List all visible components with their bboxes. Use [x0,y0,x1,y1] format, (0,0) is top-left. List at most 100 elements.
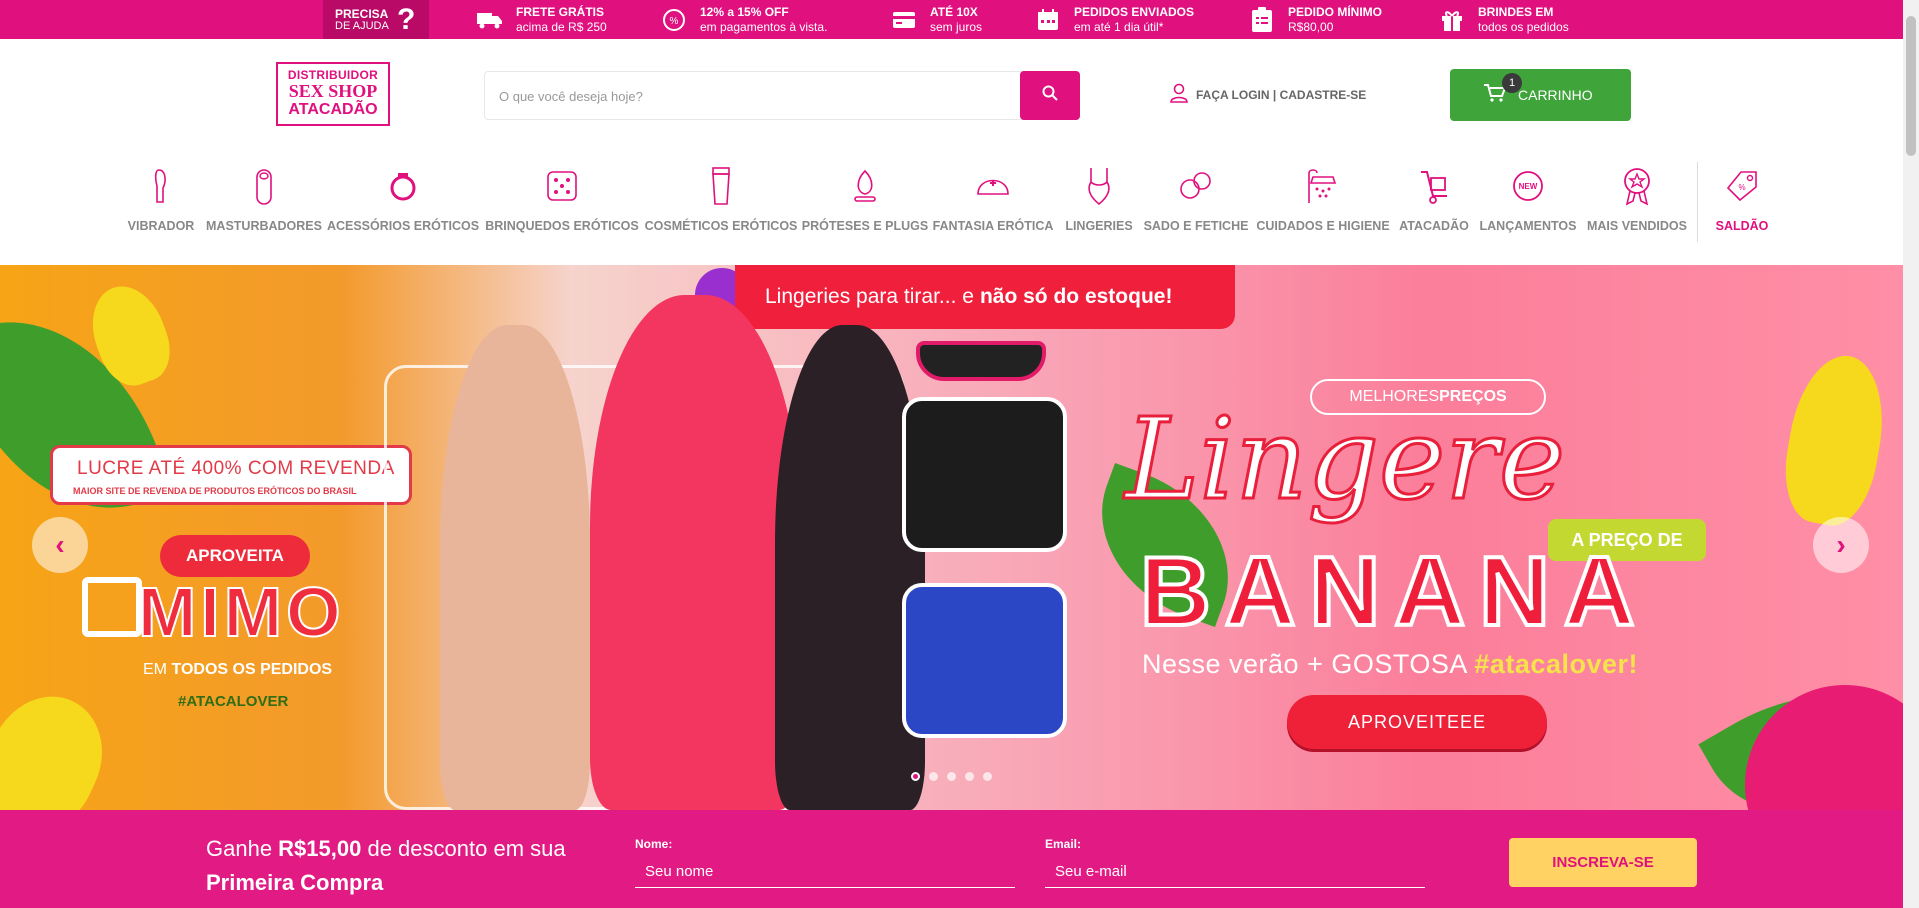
banner-tagline-b: #atacalover! [1474,649,1638,679]
medal-icon [1617,165,1657,207]
banner-top-text-b: não só do estoque! [979,285,1173,308]
email-field-label: Email: [1045,837,1082,851]
logo-line-3: ATACADÃO [288,101,378,118]
logo-line-2: SEX SHOP [288,81,378,101]
nurse-cap-icon [973,165,1013,207]
model-image [440,325,590,810]
vibrator-icon [141,165,181,207]
svg-text:%: % [670,16,679,27]
category-mais-vendidos[interactable]: MAIS VENDIDOS [1583,165,1691,240]
category-vibrador[interactable]: VIBRADOR [124,165,198,240]
newsletter-title-c: de desconto em sua [361,836,566,861]
help-line-2: DE AJUDA [335,19,389,32]
perk-gifts: BRINDES EM todos os pedidos [1438,4,1569,35]
aproveita-badge: APROVEITA [160,535,310,577]
category-lingeries[interactable]: LINGERIES [1063,165,1135,240]
banner-top-text-a: Lingeries para tirar... e [765,285,974,308]
carousel-prev-button[interactable]: ‹ [32,517,88,573]
search-icon [1042,85,1058,106]
gift-icon [1438,7,1466,33]
help-label: PRECISA DE AJUDA [335,8,397,32]
category-label: SADO E FETICHE [1143,219,1249,233]
search-box [484,71,1080,120]
mimo-title: MIMO [137,573,345,651]
site-logo[interactable]: DISTRIBUIDOR SEX SHOP ATACADÃO [276,62,390,126]
calendar-icon [1034,7,1062,33]
category-cosmeticos[interactable]: COSMÉTICOS ERÓTICOS [645,165,797,240]
name-field-label: Nome: [635,837,673,851]
carousel-dot[interactable] [911,772,920,781]
carousel-next-button[interactable]: › [1813,517,1869,573]
category-label: CUIDADOS E HIGIENE [1256,219,1390,233]
carousel-dot[interactable] [983,772,992,781]
category-label: ACESSÓRIOS ERÓTICOS [326,219,480,233]
svg-text:%: % [1738,183,1745,192]
category-label: PRÓTESES E PLUGS [801,219,929,233]
banner-tagline: Nesse verão + GOSTOSA #atacalover! [1142,649,1638,680]
banana-decoration [1775,348,1895,532]
perk-minimum-order: PEDIDO MÍNIMO R$80,00 [1248,4,1382,35]
category-acessorios[interactable]: ACESSÓRIOS ERÓTICOS [326,165,480,240]
perk-subtitle: todos os pedidos [1478,19,1569,34]
page-scrollbar[interactable] [1903,0,1919,908]
perk-subtitle: em pagamentos à vista. [700,19,828,34]
perk-subtitle: em até 1 dia útil* [1074,19,1164,34]
perk-title: FRETE GRÁTIS [516,4,605,19]
lingerie-icon [1079,165,1119,207]
plug-icon [845,165,885,207]
category-brinquedos[interactable]: BRINQUEDOS ERÓTICOS [484,165,640,240]
category-label: ATACADÃO [1399,219,1469,233]
chevron-left-icon: ‹ [55,529,65,560]
newsletter-title-a: Ganhe [206,836,279,861]
mimo-hashtag: #ATACALOVER [178,693,289,710]
login-label: FAÇA LOGIN | CADASTRE-SE [1196,88,1367,102]
category-lancamentos[interactable]: NEW LANÇAMENTOS [1476,165,1580,240]
search-input[interactable] [499,86,999,106]
cart-button[interactable]: 1 CARRINHO [1450,69,1631,121]
category-label: LANÇAMENTOS [1479,219,1577,233]
category-sado[interactable]: SADO E FETICHE [1141,165,1251,240]
category-atacadao[interactable]: ATACADÃO [1394,165,1474,240]
perk-installments: ATÉ 10X sem juros [890,4,982,35]
carousel-dots [911,772,1001,781]
mimo-subtitle-a: EM [143,661,172,678]
perk-title: BRINDES EM [1478,4,1554,19]
carousel-dot[interactable] [929,772,938,781]
newsletter-title-b: R$15,00 [278,836,362,861]
email-field[interactable] [1045,856,1425,888]
category-divider [1697,162,1698,242]
gift-icon [82,577,142,637]
ball-decoration [1745,685,1903,810]
help-button[interactable]: PRECISA DE AJUDA ? [323,0,429,39]
category-proteses[interactable]: PRÓTESES E PLUGS [801,165,929,240]
login-link[interactable]: FAÇA LOGIN | CADASTRE-SE [1170,83,1367,108]
banner-top-strip: Lingeries para tirar... e não só do esto… [735,265,1235,329]
newsletter-title-d: Primeira Compra [206,870,384,895]
newsletter-title: Ganhe R$15,00 de desconto em sua Primeir… [206,832,586,900]
category-label: MAIS VENDIDOS [1586,219,1687,233]
clipboard-icon [1248,6,1276,33]
category-label: BRINQUEDOS ERÓTICOS [485,219,639,233]
masturbator-icon [244,165,284,207]
perk-free-shipping: FRETE GRÁTIS acima de R$ 250 [476,4,607,35]
scrollbar-thumb[interactable] [1906,16,1916,156]
carousel-dot[interactable] [947,772,956,781]
category-label: MASTURBADORES [206,219,322,233]
category-masturbadores[interactable]: MASTURBADORES [205,165,323,240]
category-saldao[interactable]: % SALDÃO [1710,165,1774,240]
name-field[interactable] [635,856,1015,888]
handcuffs-icon [1176,165,1216,207]
shower-icon [1303,165,1343,207]
user-icon [1170,83,1188,108]
model-image [775,325,925,810]
carousel-dot[interactable] [965,772,974,781]
lingerie-thumb-image [902,583,1067,738]
category-fantasia[interactable]: FANTASIA ERÓTICA [931,165,1055,240]
search-button[interactable] [1020,71,1080,120]
truck-icon [476,7,504,33]
hero-banner[interactable]: Lingeries para tirar... e não só do esto… [0,265,1903,810]
category-cuidados[interactable]: CUIDADOS E HIGIENE [1256,165,1390,240]
subscribe-button[interactable]: INSCREVA-SE [1509,838,1697,887]
perk-subtitle: R$80,00 [1288,19,1334,34]
banner-cta-button[interactable]: APROVEITEEE [1287,695,1547,749]
